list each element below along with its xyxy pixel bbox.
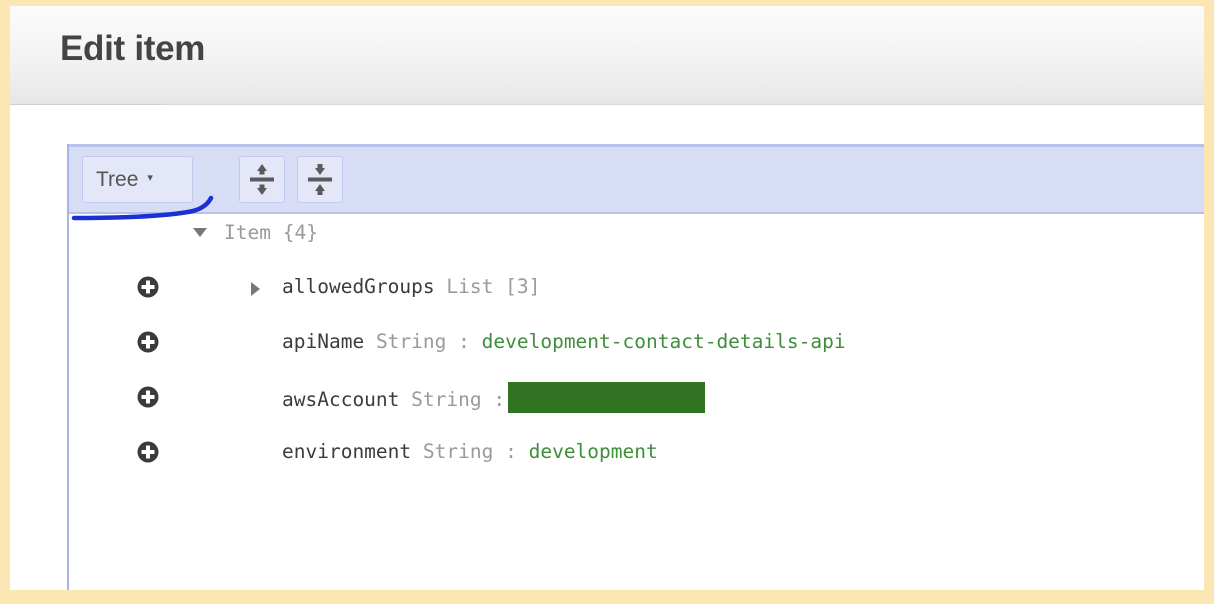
chevron-down-icon: ▾: [147, 171, 153, 184]
tree-row-type: String: [422, 440, 494, 463]
tree-row-separator: :: [458, 330, 470, 353]
expand-all-icon: [250, 164, 274, 195]
tree-row[interactable]: environment String : development: [69, 437, 1204, 467]
tree-row[interactable]: awsAccount String :: [69, 382, 1204, 413]
tree-root-count: {4}: [282, 221, 318, 244]
tree-row-separator: :: [505, 440, 517, 463]
tree-row[interactable]: allowedGroups List [3]: [69, 272, 1204, 302]
editor-toolbar: Tree ▾: [69, 144, 1204, 214]
page-title: Edit item: [60, 29, 206, 68]
tree-row[interactable]: apiName String : development-contact-det…: [69, 327, 1204, 357]
page-container: Edit item Tree ▾ Item {4} allowedGroups …: [10, 6, 1204, 590]
tree-row-key: environment: [282, 440, 412, 463]
tree-row-value[interactable]: development-contact-details-api: [482, 330, 846, 353]
tree-row-type: String: [375, 330, 447, 353]
plus-circle-icon[interactable]: [137, 331, 159, 353]
screenshot-frame: Edit item Tree ▾ Item {4} allowedGroups …: [0, 0, 1214, 604]
plus-circle-icon[interactable]: [137, 276, 159, 298]
triangle-down-icon[interactable]: [193, 228, 207, 237]
json-editor: Tree ▾ Item {4} allowedGroups List [3] a…: [67, 144, 1204, 590]
tree-row-count: [3]: [505, 275, 541, 298]
tree-row-type: String: [411, 388, 482, 411]
tree-row-key: allowedGroups: [282, 275, 435, 298]
expand-all-button[interactable]: [239, 156, 285, 203]
collapse-all-icon: [308, 164, 332, 195]
tree-root-label: Item: [224, 221, 271, 244]
tree-row-key: apiName: [282, 330, 365, 353]
plus-circle-icon[interactable]: [137, 441, 159, 463]
tree-row-value[interactable]: development: [529, 440, 658, 463]
plus-circle-icon[interactable]: [137, 386, 159, 408]
json-tree: Item {4} allowedGroups List [3] apiName …: [69, 214, 1204, 590]
triangle-right-icon[interactable]: [251, 282, 260, 296]
redacted-value-block[interactable]: [508, 382, 706, 413]
header-seam-divider: [10, 104, 162, 105]
panel-header: Edit item: [10, 6, 1204, 105]
tree-row-root[interactable]: Item {4}: [69, 218, 1204, 248]
mode-select-label: Tree: [96, 168, 139, 191]
tree-row-type: List: [446, 275, 494, 298]
tree-row-separator: :: [493, 388, 506, 411]
mode-select-tree[interactable]: Tree ▾: [82, 156, 193, 203]
collapse-all-button[interactable]: [297, 156, 343, 203]
tree-row-key: awsAccount: [282, 388, 400, 411]
